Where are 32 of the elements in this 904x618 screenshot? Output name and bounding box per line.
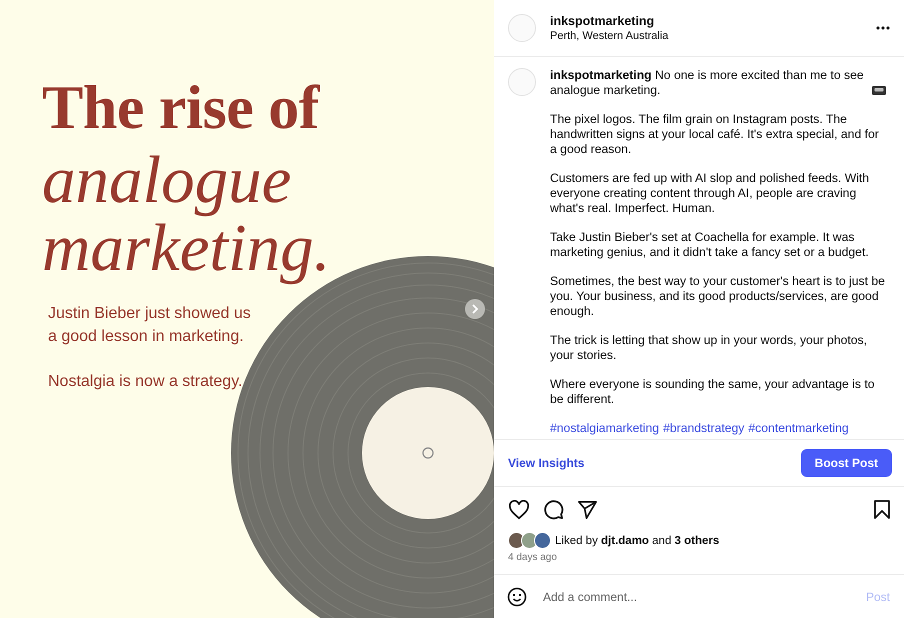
- cassette-icon: [872, 86, 886, 95]
- view-insights-link[interactable]: View Insights: [508, 456, 584, 470]
- location[interactable]: Perth, Western Australia: [550, 28, 876, 44]
- slide-tagline: Nostalgia is now a strategy.: [47, 372, 242, 392]
- slide-subtitle-line: a good lesson in marketing.: [48, 327, 244, 347]
- caption-paragraph: The pixel logos. The film grain on Instagram posts. The handwritten signs at your local café. It's extra special, and for a good reason.: [550, 112, 880, 157]
- comment-icon[interactable]: [543, 499, 564, 520]
- send-icon[interactable]: [577, 500, 598, 520]
- hashtag-link[interactable]: #brandstrategy: [663, 421, 744, 436]
- slide-title: The rise of: [42, 73, 321, 144]
- caption-paragraph: Customers are fed up with AI slop and polished feeds. With everyone creating content through AI, people are craving what's real. Imperfect. Human.: [550, 171, 870, 216]
- more-options-icon[interactable]: [876, 26, 890, 30]
- slide-subtitle-line: Justin Bieber just showed us: [48, 304, 251, 324]
- liker-avatar: [508, 532, 525, 549]
- liker-avatar: [534, 532, 551, 549]
- post-time: 4 days ago: [508, 552, 558, 563]
- chevron-right-icon: [471, 304, 479, 314]
- heart-icon[interactable]: [508, 500, 530, 520]
- boost-post-button[interactable]: Boost Post: [800, 449, 892, 477]
- caption-paragraph: inkspotmarketing No one is more excited than me to see analogue marketing.: [550, 68, 865, 98]
- username[interactable]: inkspotmarketing: [550, 12, 876, 28]
- hashtag-link[interactable]: #nostalgiamarketing: [550, 421, 660, 436]
- caption-paragraph: The trick is letting that show up in your words, your photos, your stories.: [550, 333, 868, 363]
- caption-paragraph: Sometimes, the best way to your customer's heart is to just be you. Your business, and its good products/services, are good enough.: [550, 274, 886, 319]
- comment-input[interactable]: Add a comment...: [541, 588, 864, 604]
- hashtag-link[interactable]: #contentmarketing: [748, 421, 849, 436]
- caption-paragraph: Where everyone is sounding the same, your advantage is to be different.: [550, 377, 876, 407]
- emoji-icon[interactable]: [507, 586, 527, 606]
- caption-paragraph: Take Justin Bieber's set at Coachella for example. It was marketing genius, and it didn't take a fancy set or a budget.: [550, 230, 870, 260]
- likes-text[interactable]: Liked by djt.damo and 3 others: [555, 534, 720, 546]
- bookmark-icon[interactable]: [874, 500, 890, 519]
- slide-title-line: analogue: [42, 146, 292, 214]
